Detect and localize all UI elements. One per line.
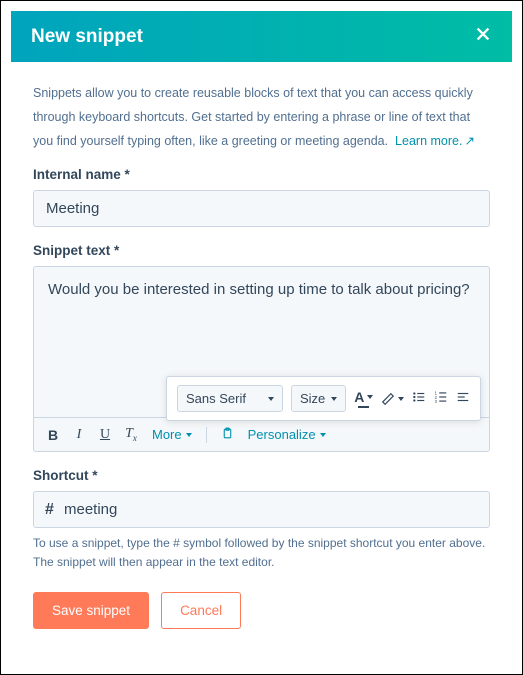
- format-group: B I U Tx: [46, 426, 138, 443]
- shortcut-field: Shortcut * # To use a snippet, type the …: [33, 468, 490, 572]
- learn-more-link[interactable]: Learn more.↗: [395, 134, 475, 148]
- internal-name-input[interactable]: [33, 190, 490, 227]
- editor-toolbar: B I U Tx More: [34, 417, 489, 451]
- learn-more-label: Learn more.: [395, 134, 462, 148]
- internal-name-label: Internal name *: [33, 167, 490, 182]
- font-size-label: Size: [300, 391, 325, 406]
- description-text: Snippets allow you to create reusable bl…: [33, 82, 490, 153]
- close-icon[interactable]: [474, 25, 492, 48]
- modal-inner: New snippet Snippets allow you to create…: [11, 11, 512, 664]
- chevron-down-icon: [186, 433, 192, 437]
- shortcut-input[interactable]: [33, 491, 490, 528]
- highlight-color-button[interactable]: [381, 392, 404, 406]
- align-icon[interactable]: [456, 390, 470, 407]
- chevron-down-icon: [398, 397, 404, 401]
- personalize-dropdown[interactable]: Personalize: [248, 427, 326, 442]
- clear-format-button[interactable]: Tx: [124, 426, 138, 443]
- color-bar-icon: [358, 406, 369, 408]
- modal: New snippet Snippets allow you to create…: [1, 1, 522, 674]
- more-dropdown[interactable]: More: [152, 427, 192, 442]
- svg-text:3: 3: [435, 399, 438, 404]
- snippet-text-editor: Would you be interested in setting up ti…: [33, 266, 490, 452]
- underline-button[interactable]: U: [98, 427, 112, 443]
- modal-body: Snippets allow you to create reusable bl…: [11, 62, 512, 664]
- cancel-button[interactable]: Cancel: [161, 592, 241, 629]
- modal-title: New snippet: [31, 26, 143, 48]
- chevron-down-icon: [268, 397, 274, 401]
- italic-button[interactable]: I: [72, 427, 86, 443]
- font-family-label: Sans Serif: [186, 391, 246, 406]
- shortcut-help-text: To use a snippet, type the # symbol foll…: [33, 534, 490, 572]
- shortcut-wrap: #: [33, 491, 490, 528]
- insert-snippet-icon[interactable]: [221, 427, 234, 443]
- modal-header: New snippet: [11, 11, 512, 62]
- separator: [206, 427, 207, 443]
- text-color-glyph: A: [354, 389, 364, 405]
- personalize-label: Personalize: [248, 427, 316, 442]
- formatting-popover: Sans Serif Size A: [166, 376, 481, 421]
- save-button[interactable]: Save snippet: [33, 592, 149, 629]
- chevron-down-icon: [331, 397, 337, 401]
- snippet-text-label: Snippet text *: [33, 243, 490, 258]
- chevron-down-icon: [320, 433, 326, 437]
- modal-footer: Save snippet Cancel: [33, 592, 490, 629]
- external-link-icon: ↗: [464, 134, 474, 148]
- text-color-button[interactable]: A: [354, 389, 373, 408]
- chevron-down-icon: [367, 395, 373, 399]
- font-family-select[interactable]: Sans Serif: [177, 385, 283, 412]
- bold-button[interactable]: B: [46, 427, 60, 443]
- internal-name-field: Internal name *: [33, 167, 490, 227]
- font-size-select[interactable]: Size: [291, 385, 346, 412]
- bullet-list-icon[interactable]: [412, 390, 426, 407]
- shortcut-label: Shortcut *: [33, 468, 490, 483]
- numbered-list-icon[interactable]: 123: [434, 390, 448, 407]
- snippet-text-field: Snippet text * Would you be interested i…: [33, 243, 490, 452]
- more-label: More: [152, 427, 182, 442]
- hash-icon: #: [45, 501, 54, 519]
